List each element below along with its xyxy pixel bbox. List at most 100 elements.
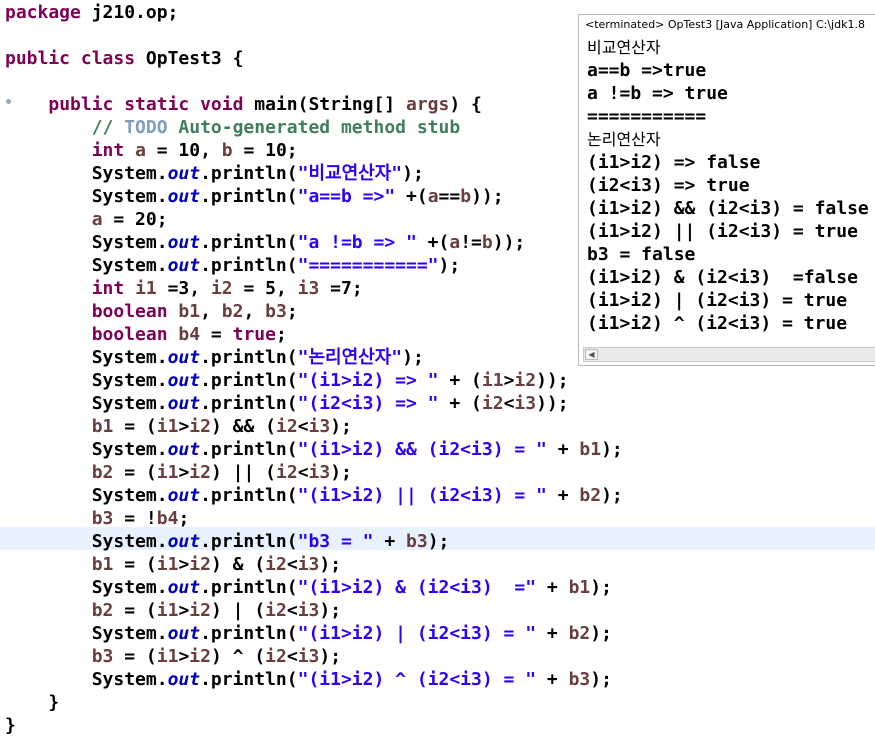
code-token: ); (319, 600, 342, 621)
code-line[interactable]: a = 20; (5, 208, 168, 231)
code-token: , (243, 301, 266, 322)
code-token: = ( (113, 600, 157, 621)
code-line[interactable]: System.out.println("비교연산자"); (5, 162, 424, 185)
code-token: b1 (579, 439, 602, 460)
code-line[interactable]: System.out.println("논리연산자"); (5, 346, 424, 369)
code-line[interactable]: b3 = (i1>i2) ^ (i2<i3); (5, 645, 341, 668)
code-token: + (536, 623, 569, 644)
code-line[interactable]: System.out.println("(i1>i2) | (i2<i3) = … (5, 622, 612, 645)
code-line[interactable]: public static void main(String[] args) { (5, 93, 482, 116)
code-token: = (200, 324, 233, 345)
code-token: ); (319, 554, 342, 575)
code-line[interactable]: System.out.println("a==b =>" +(a==b)); (5, 185, 504, 208)
code-line[interactable]: b1 = (i1>i2) & (i2<i3); (5, 553, 341, 576)
code-token: < (297, 462, 309, 483)
code-token: out (167, 163, 201, 184)
code-token: ); (330, 416, 352, 437)
code-line[interactable]: System.out.println("(i2<i3) => " + (i2<i… (5, 392, 569, 415)
code-line[interactable]: b2 = (i1>i2) | (i2<i3); (5, 599, 341, 622)
code-line[interactable]: System.out.println("(i1>i2) && (i2<i3) =… (5, 438, 623, 461)
code-token: i2 (481, 393, 504, 414)
code-token: ); (438, 255, 461, 276)
code-token: out (167, 531, 201, 552)
code-token: ) ^ ( (210, 646, 266, 667)
code-token: != (460, 232, 482, 253)
code-token: > (178, 600, 190, 621)
code-token: ) || ( (210, 462, 276, 483)
code-token: > (178, 462, 190, 483)
code-token: System. (5, 186, 168, 207)
code-token: args (405, 94, 450, 115)
code-line[interactable]: // TODO Auto-generated method stub (5, 116, 460, 139)
code-token: ); (427, 531, 450, 552)
code-token: < (286, 646, 298, 667)
code-token: int (91, 278, 136, 299)
code-token: i3 (308, 416, 331, 437)
code-token: ); (590, 623, 612, 644)
scroll-left-icon[interactable]: ◀ (585, 349, 598, 360)
code-token: i2 (276, 462, 298, 483)
code-token: + (546, 439, 580, 460)
code-line[interactable]: System.out.println("(i1>i2) || (i2<i3) =… (5, 484, 623, 507)
code-token: )); (471, 186, 504, 207)
code-token: = 20; (102, 209, 168, 230)
code-line[interactable]: System.out.println("(i1>i2) & (i2<i3) ="… (5, 576, 612, 599)
code-line[interactable]: boolean b1, b2, b3; (5, 300, 298, 323)
code-line[interactable]: int i1 =3, i2 = 5, i3 =7; (5, 277, 363, 300)
code-token: b (460, 186, 472, 207)
code-token: public class (5, 48, 146, 69)
code-token: i2 (276, 416, 298, 437)
console-title: <terminated> OpTest3 [Java Application] … (585, 18, 865, 31)
console-line: a==b =>true (587, 60, 707, 81)
code-line[interactable]: public class OpTest3 { (5, 47, 243, 70)
code-line[interactable]: package j210.op; (5, 1, 178, 24)
code-line[interactable]: } (5, 714, 16, 737)
code-line[interactable]: int a = 10, b = 10; (5, 139, 298, 162)
code-line[interactable]: System.out.println("(i1>i2) => " + (i1>i… (5, 369, 569, 392)
console-line: =========== (587, 106, 707, 127)
code-token: = ! (113, 508, 157, 529)
code-line[interactable]: System.out.println("a !=b => " +(a!=b)); (5, 231, 526, 254)
code-token: "===========" (297, 255, 439, 276)
code-token: int (91, 140, 136, 161)
code-token: ) & ( (210, 554, 266, 575)
code-token: out (167, 370, 201, 391)
code-token: out (167, 232, 201, 253)
code-token: > (503, 370, 515, 391)
code-token: "(i1>i2) & (i2<i3) =" (297, 577, 537, 598)
code-token: ); (330, 462, 352, 483)
code-line[interactable]: b3 = !b4; (5, 507, 190, 530)
code-token: i3 (297, 278, 320, 299)
code-token: ); (601, 439, 623, 460)
code-token: Auto-generated method stub (167, 117, 461, 138)
code-line[interactable]: boolean b4 = true; (5, 323, 287, 346)
code-line[interactable]: b1 = (i1>i2) && (i2<i3); (5, 415, 352, 438)
code-token: > (178, 554, 190, 575)
console-view[interactable]: <terminated> OpTest3 [Java Application] … (578, 14, 875, 366)
code-token: b3 (568, 669, 591, 690)
code-token: .println( (200, 439, 298, 460)
code-line[interactable]: System.out.println("b3 = " + b3); (5, 530, 450, 553)
code-token: out (167, 393, 201, 414)
code-line[interactable]: System.out.println("==========="); (5, 254, 461, 277)
code-token: b4 (178, 324, 201, 345)
code-token: System. (5, 577, 168, 598)
code-token: System. (5, 439, 168, 460)
code-token: ; (178, 508, 190, 529)
code-token: ; (286, 301, 298, 322)
code-token: i1 (156, 462, 179, 483)
code-token: = ( (113, 416, 157, 437)
code-token: = ( (113, 646, 157, 667)
horizontal-scrollbar[interactable]: ◀ (583, 347, 875, 362)
code-line[interactable]: System.out.println("(i1>i2) ^ (i2<i3) = … (5, 668, 612, 691)
code-token: .println( (200, 347, 298, 368)
code-token: i3 (308, 462, 331, 483)
code-line[interactable]: } (5, 691, 59, 714)
code-token: = ( (113, 554, 157, 575)
console-line: (i1>i2) & (i2<i3) =false (587, 267, 858, 288)
code-line[interactable]: b2 = (i1>i2) || (i2<i3); (5, 461, 352, 484)
